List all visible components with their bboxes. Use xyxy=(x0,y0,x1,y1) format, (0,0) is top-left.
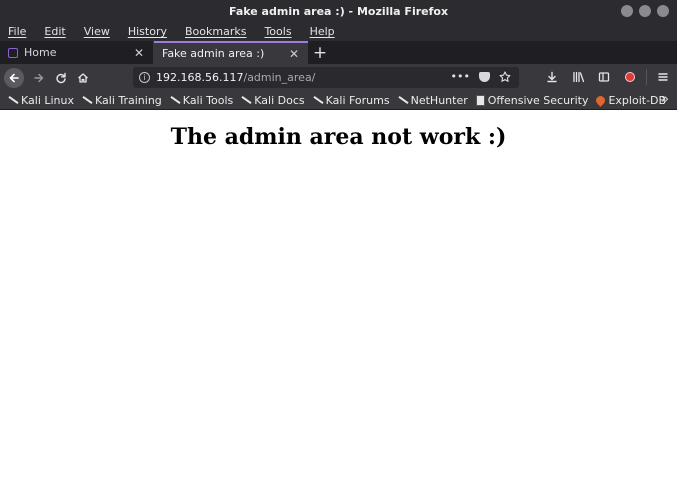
menu-bar: File Edit View History Bookmarks Tools H… xyxy=(0,22,677,41)
url-host: 192.168.56.117 xyxy=(156,71,244,84)
back-button[interactable] xyxy=(4,67,24,88)
kali-home-icon xyxy=(8,47,18,58)
close-window-button[interactable] xyxy=(657,5,669,17)
library-icon xyxy=(572,71,584,83)
bookmark-kali-forums[interactable]: Kali Forums xyxy=(313,94,390,107)
bookmark-label: Kali Forums xyxy=(325,93,390,107)
offsec-icon xyxy=(475,94,485,106)
bookmarks-toolbar: Kali Linux Kali Training Kali Tools Kali… xyxy=(0,91,677,110)
hamburger-menu-icon xyxy=(658,73,668,81)
library-button[interactable] xyxy=(568,67,588,87)
sidebar-button[interactable] xyxy=(594,67,614,87)
bookmark-exploit-db[interactable]: Exploit-DB xyxy=(594,93,667,107)
menu-file[interactable]: File xyxy=(8,25,26,38)
kali-dragon-icon xyxy=(398,95,408,105)
new-tab-button[interactable]: + xyxy=(308,41,332,64)
tab-bar: Home ✕ Fake admin area :) ✕ + xyxy=(0,41,677,64)
tab-home[interactable]: Home ✕ xyxy=(0,41,154,64)
reload-icon xyxy=(56,72,66,83)
bookmark-kali-training[interactable]: Kali Training xyxy=(82,94,162,107)
navigation-toolbar: i 192.168.56.117/admin_area/ ••• xyxy=(0,64,677,91)
bookmark-label: NetHunter xyxy=(410,93,468,107)
window-controls xyxy=(621,5,669,17)
bookmark-label: Kali Linux xyxy=(21,93,75,107)
kali-dragon-icon xyxy=(313,95,323,105)
kali-dragon-icon xyxy=(82,95,92,105)
url-path: /admin_area/ xyxy=(243,71,316,84)
extension-icon xyxy=(625,72,635,82)
url-bar-actions: ••• xyxy=(451,70,511,83)
menu-tools[interactable]: Tools xyxy=(264,25,291,38)
bookmark-label: Kali Docs xyxy=(254,93,305,107)
page-content: The admin area not work :) xyxy=(0,110,677,488)
kali-dragon-icon xyxy=(241,95,251,105)
bookmark-label: Offensive Security xyxy=(487,93,589,107)
maximize-button[interactable] xyxy=(639,5,651,17)
url-bar[interactable]: i 192.168.56.117/admin_area/ ••• xyxy=(133,67,519,88)
tab-label: Fake admin area :) xyxy=(162,47,265,60)
page-heading: The admin area not work :) xyxy=(170,124,507,150)
window-titlebar: Fake admin area :) - Mozilla Firefox xyxy=(0,0,677,22)
pocket-icon[interactable] xyxy=(479,71,490,82)
bookmark-label: Kali Tools xyxy=(182,93,234,107)
bookmark-label: Exploit-DB xyxy=(608,93,667,107)
forward-arrow-icon xyxy=(34,73,44,82)
bookmark-kali-linux[interactable]: Kali Linux xyxy=(8,94,74,107)
minimize-button[interactable] xyxy=(621,5,633,17)
site-info-icon[interactable]: i xyxy=(139,72,150,83)
bookmark-label: Kali Training xyxy=(95,93,162,107)
bookmark-star-icon[interactable] xyxy=(499,70,511,83)
bookmark-kali-tools[interactable]: Kali Tools xyxy=(170,94,233,107)
kali-dragon-icon xyxy=(8,95,18,105)
menu-help[interactable]: Help xyxy=(310,25,335,38)
sidebar-icon xyxy=(598,72,610,82)
download-icon xyxy=(547,71,557,83)
downloads-button[interactable] xyxy=(542,67,562,87)
exploitdb-icon xyxy=(594,93,608,107)
bookmark-offensive-security[interactable]: Offensive Security xyxy=(475,93,589,107)
tab-fake-admin-area[interactable]: Fake admin area :) ✕ xyxy=(154,41,308,64)
extension-button[interactable] xyxy=(620,67,640,87)
home-icon xyxy=(78,72,88,83)
bookmark-nethunter[interactable]: NetHunter xyxy=(398,94,468,107)
bookmark-kali-docs[interactable]: Kali Docs xyxy=(241,94,304,107)
kali-dragon-icon xyxy=(170,95,180,105)
menu-view[interactable]: View xyxy=(84,25,110,38)
window-title: Fake admin area :) - Mozilla Firefox xyxy=(228,4,449,18)
back-arrow-icon xyxy=(9,73,19,82)
close-tab-icon[interactable]: ✕ xyxy=(133,46,145,60)
bookmarks-overflow-icon[interactable]: » xyxy=(661,92,669,107)
reload-button[interactable] xyxy=(50,67,72,89)
forward-button[interactable] xyxy=(28,67,50,89)
menu-edit[interactable]: Edit xyxy=(44,25,65,38)
toolbar-separator xyxy=(646,69,647,85)
menu-bookmarks[interactable]: Bookmarks xyxy=(185,25,246,38)
page-actions-menu-icon[interactable]: ••• xyxy=(451,70,470,83)
tab-label: Home xyxy=(24,46,57,59)
toolbar-right xyxy=(542,67,673,87)
close-tab-icon[interactable]: ✕ xyxy=(288,47,300,61)
open-menu-button[interactable] xyxy=(653,67,673,87)
menu-history[interactable]: History xyxy=(128,25,167,38)
home-button[interactable] xyxy=(72,67,94,89)
